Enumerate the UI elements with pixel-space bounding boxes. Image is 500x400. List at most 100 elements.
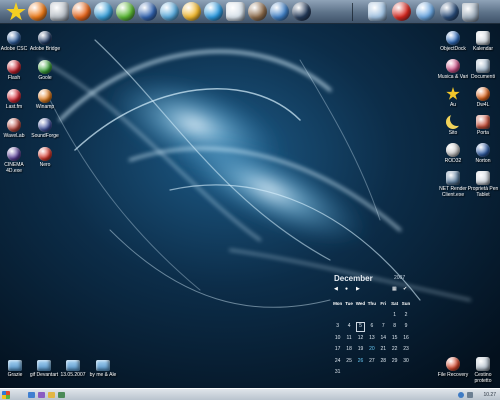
calendar-day[interactable]: 29 — [389, 356, 400, 368]
phone-icon[interactable] — [138, 2, 157, 21]
messenger-icon[interactable] — [94, 2, 113, 21]
calendar-day[interactable]: 11 — [343, 333, 354, 345]
desktop-icon[interactable]: Winamp — [28, 89, 62, 110]
sun-icon[interactable] — [28, 2, 47, 21]
calendar-empty-cell — [355, 367, 366, 379]
desktop-icon-label: Kalendar — [472, 46, 493, 52]
desktop-icon[interactable]: WaveLab — [0, 118, 31, 139]
calendar-day[interactable]: 27 — [366, 356, 377, 368]
calendar-day[interactable]: 21 — [378, 344, 389, 356]
calendar-day[interactable]: 10 — [332, 333, 343, 345]
desktop-icon[interactable]: Cestino protetto — [466, 357, 500, 384]
folder-icon — [8, 360, 22, 371]
firefox-icon[interactable] — [72, 2, 91, 21]
desktop-icon-label: ObjectDock — [440, 46, 466, 52]
media-icon[interactable] — [38, 392, 45, 398]
desktop-icon[interactable]: Au — [436, 87, 470, 108]
calendar-day[interactable]: 7 — [378, 321, 389, 333]
start-button[interactable] — [2, 391, 10, 399]
desktop-icon[interactable]: Proprietà Pen Tablet — [466, 171, 500, 198]
calendar-day[interactable]: 24 — [332, 356, 343, 368]
calendar-day[interactable]: 9 — [400, 321, 411, 333]
trash-icon[interactable] — [462, 3, 479, 22]
calendar-day[interactable]: 14 — [378, 333, 389, 345]
calendar-day[interactable]: 28 — [378, 356, 389, 368]
calendar-day[interactable]: 19 — [355, 344, 366, 356]
calendar-day[interactable]: 3 — [332, 321, 343, 333]
monitor-icon[interactable] — [368, 2, 387, 21]
folder-icon — [66, 360, 80, 371]
record-icon[interactable] — [292, 2, 311, 21]
next-month-icon[interactable]: ▶ — [356, 286, 360, 292]
today-dot-icon[interactable]: ● — [345, 286, 348, 292]
calendar-day[interactable]: 22 — [389, 344, 400, 356]
calendar-day[interactable]: 20 — [366, 344, 377, 356]
calendar-day[interactable]: 4 — [343, 321, 354, 333]
moon-shell-icon[interactable] — [440, 2, 459, 21]
calendar-day[interactable]: 16 — [400, 333, 411, 345]
skype-icon[interactable] — [204, 2, 223, 21]
desktop-icon[interactable]: Flash — [0, 60, 31, 81]
calendar-day[interactable]: 2 — [400, 310, 411, 322]
volume-icon[interactable] — [467, 392, 473, 398]
calendar-day[interactable]: 31 — [332, 367, 343, 379]
calendar-empty-cell — [366, 367, 377, 379]
desktop-icon-label: File Recovery — [437, 372, 469, 378]
folder-icon[interactable] — [48, 392, 55, 398]
desktop-icon[interactable] — [58, 392, 65, 398]
desktop-icon-label: Dw4L — [476, 102, 490, 108]
calendar-day[interactable]: 18 — [343, 344, 354, 356]
desktop-icon[interactable]: Adobe Bridge — [28, 31, 62, 52]
icq-flower-icon[interactable] — [116, 2, 135, 21]
camera-icon[interactable] — [50, 2, 69, 21]
desktop-icon[interactable]: Goole — [28, 60, 62, 81]
adobe-icon — [7, 31, 21, 45]
desktop-icon[interactable]: Porta — [466, 115, 500, 136]
calendar-day[interactable]: 6 — [366, 321, 377, 333]
desktop-icon[interactable]: Norton — [466, 143, 500, 164]
calendar-day[interactable]: 23 — [400, 344, 411, 356]
desktop-icon[interactable]: Kalendar — [466, 31, 500, 52]
desktop-icon[interactable]: Sito — [436, 115, 470, 136]
ie-icon[interactable] — [28, 392, 35, 398]
calendar-day[interactable]: 15 — [389, 333, 400, 345]
calendar-day[interactable]: 25 — [343, 356, 354, 368]
desktop-icon[interactable]: NET Render Client.exe — [436, 171, 470, 198]
desktop-icon[interactable]: by me & Ale — [86, 358, 120, 378]
desktop-icon[interactable]: Dw4L — [466, 87, 500, 108]
desktop-icon[interactable]: Nero — [28, 147, 62, 168]
desktop-icon[interactable]: ObjectDock — [436, 31, 470, 52]
globe-icon[interactable] — [270, 2, 289, 21]
network-icon[interactable] — [458, 392, 464, 398]
calendar-day[interactable]: 5 — [355, 321, 366, 333]
desktop-icon[interactable]: Documenti — [466, 59, 500, 80]
calendar-day[interactable]: 17 — [332, 344, 343, 356]
desktop-icon[interactable]: Adobe CSC — [0, 31, 31, 52]
calendar-day[interactable]: 26 — [355, 356, 366, 368]
itunes-icon[interactable] — [160, 2, 179, 21]
desktop-icon[interactable]: Last.fm — [0, 89, 31, 110]
star-icon[interactable] — [6, 2, 26, 21]
desktop-icon[interactable]: ROD32 — [436, 143, 470, 164]
desktop-icon-label: ROD32 — [444, 158, 462, 164]
desktop-icon[interactable]: CINEMA 4D.exe — [0, 147, 31, 174]
desktop-icon[interactable]: Musica & Vari — [436, 59, 470, 80]
calendar-day[interactable]: 1 — [389, 310, 400, 322]
desktop-icon[interactable]: 13.05.2007 — [56, 358, 90, 378]
calendar-grid-icon[interactable]: ▦ — [392, 286, 397, 292]
calendar-check-icon[interactable]: ✔ — [403, 286, 407, 292]
flash-icon — [7, 60, 21, 74]
calendar-day[interactable]: 30 — [400, 356, 411, 368]
download-icon[interactable] — [392, 2, 411, 21]
prev-month-icon[interactable]: ◀ — [334, 286, 338, 292]
desktop-icon[interactable]: File Recovery — [436, 357, 470, 378]
calendar-day[interactable]: 12 — [355, 333, 366, 345]
calendar-day[interactable]: 8 — [389, 321, 400, 333]
calendar-day[interactable]: 13 — [366, 333, 377, 345]
safari-compass-icon[interactable] — [416, 2, 435, 21]
calendar-weekday: Sun — [401, 301, 411, 306]
chat-bubble-icon[interactable] — [182, 2, 201, 21]
rabbit-icon[interactable] — [248, 2, 267, 21]
chat-window-icon[interactable] — [226, 2, 245, 21]
desktop-icon[interactable]: SoundForge — [28, 118, 62, 139]
